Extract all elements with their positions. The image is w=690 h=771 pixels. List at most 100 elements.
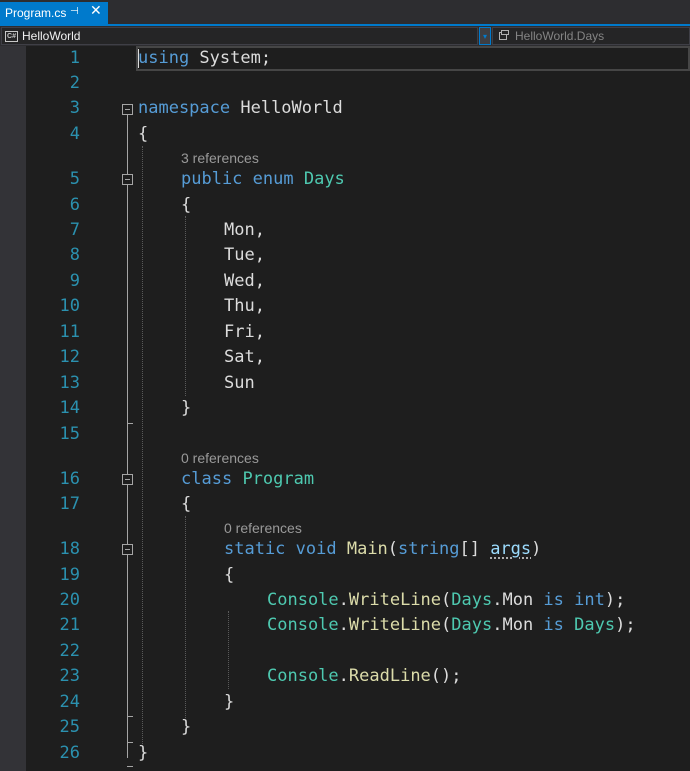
code-line-18: static void Main(string[] args) <box>224 537 541 562</box>
type-name: Program <box>242 469 315 489</box>
collapse-icon[interactable] <box>122 174 133 185</box>
code-line-8: Tue, <box>224 245 265 265</box>
project-label: HelloWorld <box>22 29 81 43</box>
type-name: Console <box>267 666 339 686</box>
indent-guide <box>185 216 186 396</box>
member-label: HelloWorld.Days <box>515 29 605 43</box>
code-text: System; <box>189 48 272 68</box>
method-name: WriteLine <box>348 615 442 635</box>
collapse-icon[interactable] <box>122 474 133 485</box>
type-name: Console <box>267 615 339 635</box>
chevron-down-icon[interactable]: ▾ <box>479 27 491 45</box>
codelens-references[interactable]: 3 references <box>181 148 259 168</box>
code-text: . <box>338 615 349 635</box>
code-text: . <box>338 666 349 686</box>
line-number: 5 <box>69 169 80 189</box>
code-line-14: } <box>181 398 192 418</box>
type-name: Days <box>303 169 345 189</box>
code-line-5: public enum Days <box>181 167 345 192</box>
keyword: public enum <box>181 169 294 189</box>
code-line-7: Mon, <box>224 220 265 240</box>
pin-icon[interactable]: ⊣ <box>70 6 79 17</box>
code-text: .Mon <box>492 615 544 635</box>
line-number: 6 <box>69 195 80 215</box>
code-text: [] <box>459 539 491 559</box>
line-number: 12 <box>59 347 80 367</box>
member-icon <box>499 29 509 43</box>
type-name: Days <box>574 615 616 635</box>
outline-line <box>127 115 128 758</box>
line-number: 24 <box>59 692 80 712</box>
code-editor[interactable]: 1 2 3 4 5 6 7 8 9 10 11 12 13 14 15 16 1… <box>0 46 690 771</box>
line-number: 17 <box>59 494 80 514</box>
code-line-3: namespace HelloWorld <box>138 96 343 121</box>
line-number: 11 <box>59 322 80 342</box>
member-dropdown[interactable]: HelloWorld.Days <box>492 27 690 45</box>
line-number: 1 <box>69 48 80 68</box>
navigation-bar: C# HelloWorld ▾ HelloWorld.Days <box>0 26 690 46</box>
keyword: class <box>181 469 233 489</box>
code-line-11: Fri, <box>224 322 265 342</box>
collapse-icon[interactable] <box>122 544 133 555</box>
code-line-1: using System; <box>138 46 271 71</box>
parameter-name: args <box>490 539 532 559</box>
code-line-24: } <box>224 692 235 712</box>
indent-guide <box>228 611 229 689</box>
code-line-25: } <box>181 717 192 737</box>
code-line-26: } <box>138 743 149 763</box>
keyword: is <box>543 615 564 635</box>
outline-end <box>127 766 133 767</box>
document-tab-strip: Program.cs ⊣ ✕ <box>0 0 690 24</box>
code-line-6: { <box>181 195 192 215</box>
codelens-references[interactable]: 0 references <box>224 518 302 538</box>
line-number: 4 <box>69 124 80 144</box>
keyword: string <box>398 539 460 559</box>
code-text: HelloWorld <box>230 98 343 118</box>
tab-program-cs[interactable]: Program.cs ⊣ ✕ <box>0 2 108 24</box>
code-line-20: Console.WriteLine(Days.Mon is int); <box>267 588 625 613</box>
code-line-12: Sat, <box>224 347 265 367</box>
code-text: ) <box>531 539 542 559</box>
indent-guide <box>142 146 143 744</box>
close-icon[interactable]: ✕ <box>90 3 102 19</box>
line-number: 13 <box>59 373 80 393</box>
keyword: static void <box>224 539 337 559</box>
code-text: .Mon <box>492 590 544 610</box>
line-number: 15 <box>59 424 80 444</box>
keyword: using <box>138 48 190 68</box>
codelens-references[interactable]: 0 references <box>181 448 259 468</box>
outline-end <box>127 423 133 424</box>
keyword: namespace <box>138 98 231 118</box>
type-name: Days <box>451 590 493 610</box>
line-number: 25 <box>59 717 80 737</box>
code-text: . <box>338 590 349 610</box>
code-line-13: Sun <box>224 373 255 393</box>
code-text: ( <box>387 539 399 559</box>
code-line-23: Console.ReadLine(); <box>267 664 462 689</box>
code-line-4: { <box>138 124 149 144</box>
line-number: 7 <box>69 220 80 240</box>
type-name: Days <box>451 615 493 635</box>
keyword: int <box>574 590 605 610</box>
code-text: (); <box>430 666 462 686</box>
code-text: ); <box>615 615 636 635</box>
indent-guide <box>185 516 186 718</box>
code-line-16: class Program <box>181 467 314 492</box>
tab-title: Program.cs <box>5 6 67 20</box>
method-name: Main <box>346 539 388 559</box>
line-number: 16 <box>59 469 80 489</box>
outline-end <box>127 716 133 717</box>
line-number: 10 <box>59 296 80 316</box>
line-number: 14 <box>59 398 80 418</box>
line-number: 26 <box>59 743 80 763</box>
project-dropdown[interactable]: C# HelloWorld <box>1 27 478 45</box>
line-number: 19 <box>59 565 80 585</box>
line-number: 23 <box>59 666 80 686</box>
keyword: is <box>543 590 564 610</box>
collapse-icon[interactable] <box>122 104 133 115</box>
code-text: ( <box>441 615 452 635</box>
line-number: 3 <box>69 98 80 118</box>
code-line-10: Thu, <box>224 296 265 316</box>
